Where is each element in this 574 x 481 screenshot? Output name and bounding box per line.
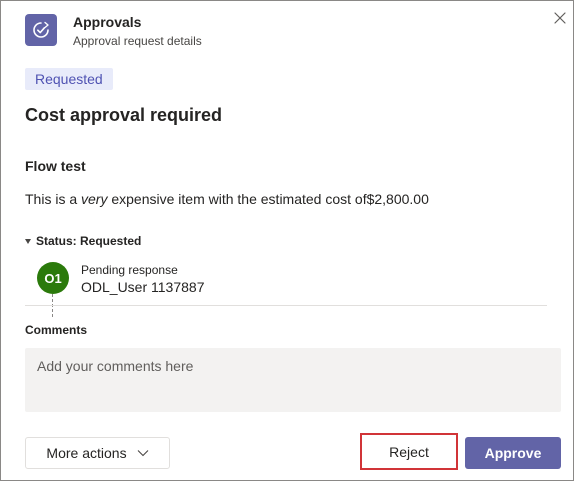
caret-down-icon: [25, 238, 31, 244]
more-actions-button[interactable]: More actions: [25, 437, 170, 469]
chevron-down-icon: [137, 449, 149, 457]
description-emphasis: very: [81, 191, 108, 207]
flow-name: Flow test: [25, 158, 86, 174]
close-button[interactable]: [551, 9, 569, 27]
comments-input[interactable]: [25, 348, 561, 412]
request-description: This is a very expensive item with the e…: [25, 191, 429, 207]
approval-dialog: Approvals Approval request details Reque…: [0, 0, 574, 481]
app-title: Approvals: [73, 14, 142, 30]
app-subtitle: Approval request details: [73, 34, 202, 48]
status-section-label: Status: Requested: [36, 234, 142, 248]
more-actions-label: More actions: [46, 445, 127, 461]
status-badge: Requested: [25, 68, 113, 90]
approve-button[interactable]: Approve: [465, 437, 561, 469]
comments-label: Comments: [25, 323, 88, 337]
approvals-check-icon: [25, 14, 57, 46]
close-icon: [554, 12, 566, 24]
status-section-toggle[interactable]: Status: Requested: [25, 234, 141, 248]
approver-name: ODL_User 1137887: [81, 279, 205, 295]
approver-avatar: O1: [37, 262, 69, 294]
request-title: Cost approval required: [25, 105, 223, 125]
description-text-end: expensive item with the estimated cost o…: [107, 191, 429, 207]
reject-label: Reject: [389, 443, 429, 460]
approve-label: Approve: [484, 445, 542, 461]
approver-status: Pending response: [81, 263, 178, 277]
divider: [25, 305, 547, 306]
reject-button[interactable]: Reject: [360, 433, 458, 470]
description-text-start: This is a: [25, 191, 82, 207]
